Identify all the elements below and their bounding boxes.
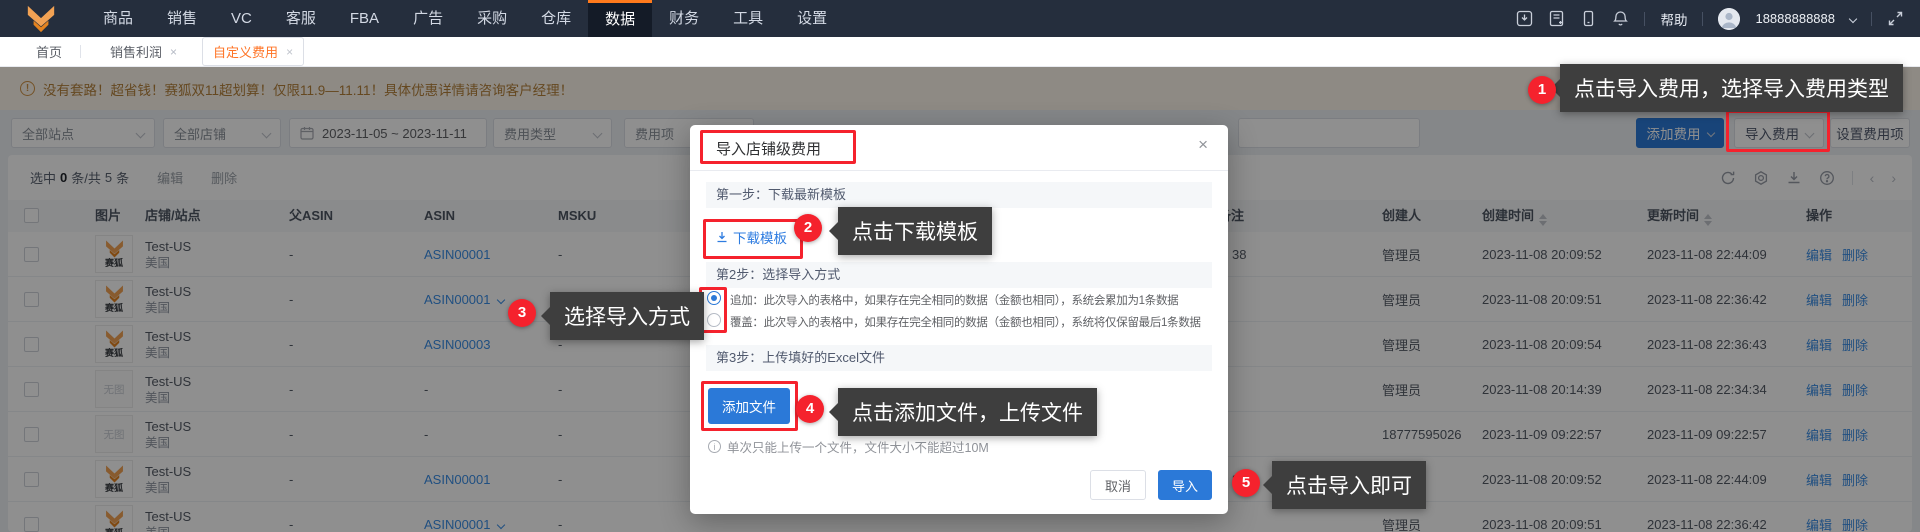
tab-bar: 首页 销售利润 × 自定义费用 × <box>0 37 1920 67</box>
divider <box>1644 11 1646 26</box>
step-tooltip-1: 点击导入费用，选择导入费用类型 <box>1560 64 1903 112</box>
step1-header: 第一步：下载最新模板 <box>706 182 1212 208</box>
step2-header: 第2步：选择导入方式 <box>706 262 1212 288</box>
nav-item-fba[interactable]: FBA <box>333 0 396 37</box>
step-tooltip-5: 点击导入即可 <box>1272 461 1426 509</box>
divider <box>1871 11 1872 26</box>
highlight-download-link <box>703 219 803 259</box>
download-tray-icon[interactable] <box>1516 10 1533 27</box>
nav-item-data[interactable]: 数据 <box>588 0 653 37</box>
help-link[interactable]: 帮助 <box>1660 9 1687 29</box>
account-phone[interactable]: 18888888888 <box>1755 11 1835 26</box>
divider <box>1702 11 1704 26</box>
step-tooltip-4: 点击添加文件，上传文件 <box>838 388 1097 436</box>
step-tooltip-2: 点击下载模板 <box>838 207 992 255</box>
step-badge-5: 5 <box>1232 469 1260 497</box>
info-icon: i <box>708 440 721 453</box>
nav-item-goods[interactable]: 商品 <box>86 0 150 37</box>
brand-logo-icon[interactable] <box>26 5 56 33</box>
memo-add-icon[interactable] <box>1548 10 1565 27</box>
cancel-button[interactable]: 取消 <box>1090 470 1146 500</box>
tab-sales-profit[interactable]: 销售利润 × <box>99 37 188 66</box>
tab-custom-fee[interactable]: 自定义费用 × <box>202 37 305 66</box>
highlight-import-button <box>1726 110 1830 152</box>
caret-down-icon <box>1848 14 1858 23</box>
avatar[interactable] <box>1718 7 1741 30</box>
mobile-icon[interactable] <box>1580 10 1597 27</box>
nav-item-sales[interactable]: 销售 <box>150 0 214 37</box>
nav-item-finance[interactable]: 财务 <box>652 0 716 37</box>
radio-overwrite-label: 覆盖：此次导入的表格中，如果存在完全相同的数据（金额也相同），系统将仅保留最后1… <box>730 317 1201 329</box>
tab-label: 销售利润 <box>110 45 163 60</box>
step-badge-1: 1 <box>1528 76 1556 104</box>
upload-hint: i 单次只能上传一个文件，文件大小不能超过10M <box>708 437 989 456</box>
nav-item-ads[interactable]: 广告 <box>396 0 460 37</box>
nav-item-settings[interactable]: 设置 <box>780 0 844 37</box>
nav-menu: 商品 销售 VC 客服 FBA 广告 采购 仓库 数据 财务 工具 设置 <box>0 0 844 37</box>
import-confirm-button[interactable]: 导入 <box>1158 470 1212 500</box>
step-badge-3: 3 <box>508 299 536 327</box>
nav-item-warehouse[interactable]: 仓库 <box>524 0 588 37</box>
step-badge-4: 4 <box>796 395 824 423</box>
close-icon[interactable]: × <box>286 46 293 58</box>
step-tooltip-3: 选择导入方式 <box>550 292 704 340</box>
nav-utilities: 帮助 18888888888 <box>1516 7 1920 30</box>
tab-label: 自定义费用 <box>213 45 279 60</box>
radio-append-label: 追加：此次导入的表格中，如果存在完全相同的数据（金额也相同），系统会累加为1条数… <box>730 295 1179 307</box>
app-root: 商品 销售 VC 客服 FBA 广告 采购 仓库 数据 财务 工具 设置 帮助 … <box>0 0 1920 532</box>
import-fee-dialog: 导入店铺级费用 × 第一步：下载最新模板 下载模板 第2步：选择导入方式 追加：… <box>690 125 1228 514</box>
divider <box>80 45 82 58</box>
highlight-dialog-title <box>700 130 856 164</box>
step-badge-2: 2 <box>794 214 822 242</box>
step3-header: 第3步：上传填好的Excel文件 <box>706 345 1212 371</box>
dialog-close-icon[interactable]: × <box>1198 135 1208 155</box>
bell-icon[interactable] <box>1612 10 1629 27</box>
divider <box>690 170 1228 171</box>
close-icon[interactable]: × <box>170 46 177 58</box>
nav-item-vc[interactable]: VC <box>214 0 269 37</box>
nav-item-tools[interactable]: 工具 <box>716 0 780 37</box>
tab-home[interactable]: 首页 <box>36 42 62 61</box>
nav-item-service[interactable]: 客服 <box>269 0 333 37</box>
fullscreen-icon[interactable] <box>1887 10 1904 27</box>
top-navbar: 商品 销售 VC 客服 FBA 广告 采购 仓库 数据 财务 工具 设置 帮助 … <box>0 0 1920 37</box>
nav-item-purchase[interactable]: 采购 <box>460 0 524 37</box>
highlight-add-file <box>701 381 798 431</box>
